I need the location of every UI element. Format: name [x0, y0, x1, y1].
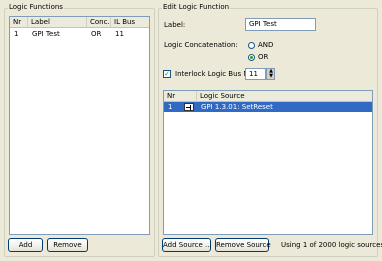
source-row-source: GPI 1.3.01: SetReset [201, 103, 273, 111]
row-nr: 1 [14, 30, 19, 38]
row-label: GPI Test [32, 30, 60, 38]
column-header-label[interactable]: Label [28, 17, 87, 28]
interlock-spinner[interactable]: ▲ ▼ [266, 68, 275, 80]
concat-or-label: OR [258, 53, 269, 61]
row-il-bus: 11 [115, 30, 124, 38]
remove-source-button[interactable]: Remove Source [215, 238, 271, 252]
concat-and-radio[interactable] [248, 42, 255, 49]
source-row-nr: 1 [168, 103, 173, 111]
logic-sources-list[interactable]: Nr Logic Source 1 GPI 1.3.01: SetReset [163, 90, 373, 235]
concat-and-label: AND [258, 41, 274, 49]
spinner-down-icon[interactable]: ▼ [268, 74, 274, 79]
usage-status: Using 1 of 2000 logic sources [281, 241, 382, 249]
label-input[interactable]: GPI Test [245, 18, 316, 31]
row-conc: OR [91, 30, 102, 38]
sources-header: Nr Logic Source [164, 91, 372, 102]
column-header-il-bus[interactable]: IL Bus [111, 17, 149, 28]
interlock-checkbox[interactable]: ✓ [163, 70, 171, 78]
concat-caption: Logic Concatenation: [164, 41, 238, 49]
logic-functions-title: Logic Functions [8, 3, 64, 12]
remove-button[interactable]: Remove [47, 238, 88, 252]
column-header-nr[interactable]: Nr [10, 17, 28, 28]
source-row-icon [184, 103, 194, 111]
column-header-conc[interactable]: Conc. [87, 17, 111, 28]
logic-functions-list[interactable]: Nr Label Conc. IL Bus 1 GPI Test OR 11 [9, 16, 150, 235]
concat-or-radio[interactable] [248, 54, 255, 61]
column-header-logic-source[interactable]: Logic Source [197, 91, 372, 102]
interlock-input[interactable]: 11 [245, 68, 266, 80]
edit-logic-title: Edit Logic Function [162, 3, 231, 12]
logic-functions-header: Nr Label Conc. IL Bus [10, 17, 149, 28]
source-row-selected[interactable]: 1 GPI 1.3.01: SetReset [164, 102, 372, 112]
column-header-source-nr[interactable]: Nr [164, 91, 197, 102]
add-source-button[interactable]: Add Source ... [162, 238, 212, 252]
interlock-caption: Interlock Logic Bus Nr: [175, 70, 254, 78]
table-row[interactable]: 1 GPI Test OR 11 [10, 29, 149, 39]
label-caption: Label: [164, 21, 186, 29]
add-button[interactable]: Add [8, 238, 43, 252]
